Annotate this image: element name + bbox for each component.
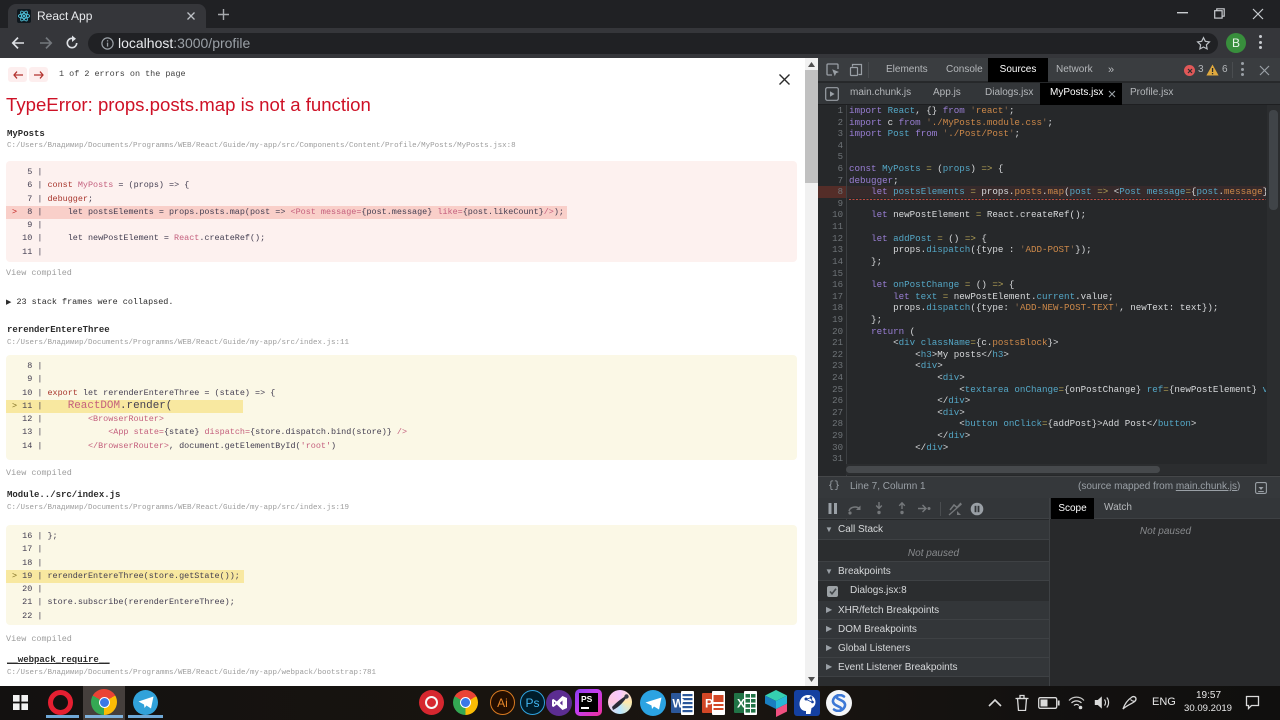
svg-text:X: X bbox=[737, 697, 745, 711]
svg-text:W: W bbox=[672, 697, 684, 711]
svg-text:P: P bbox=[705, 697, 713, 711]
